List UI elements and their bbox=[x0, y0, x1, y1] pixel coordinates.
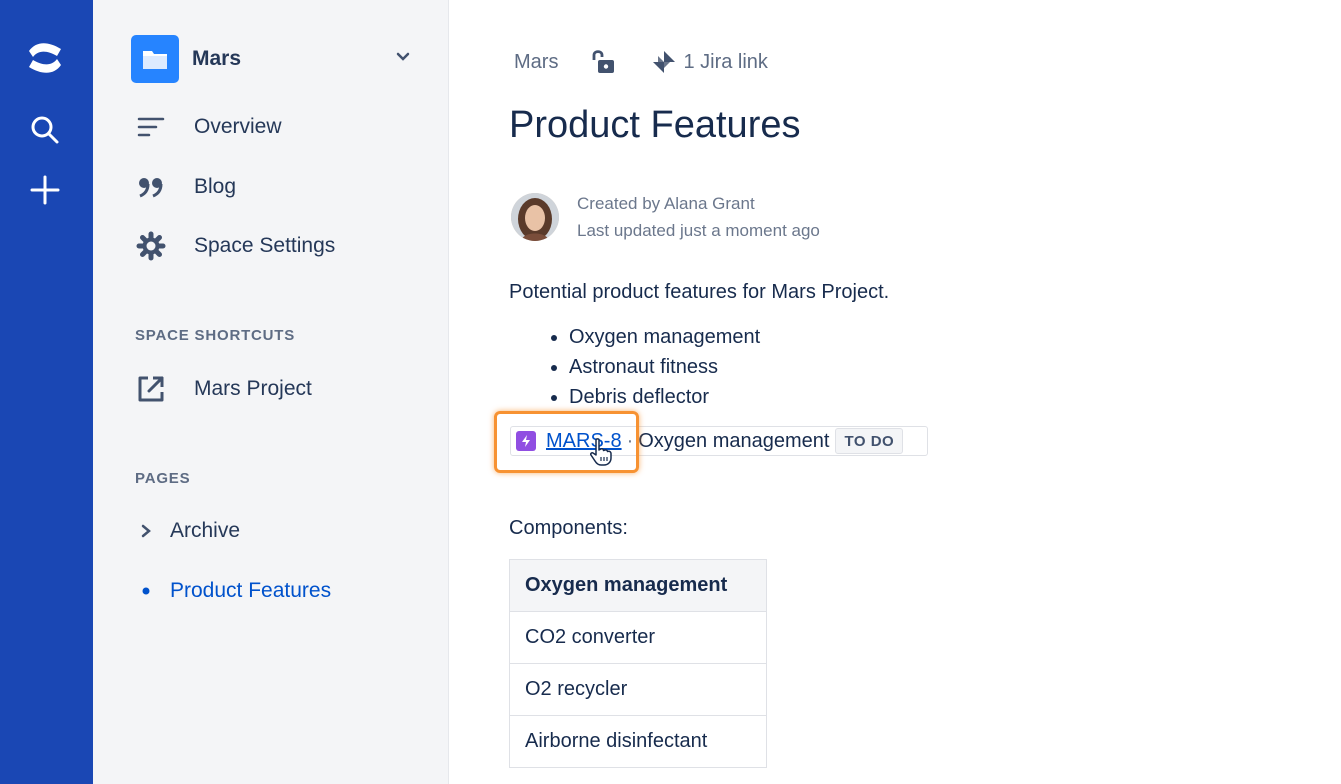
page-tree-item-archive[interactable]: Archive bbox=[139, 516, 240, 546]
sidebar-item-mars-project[interactable]: Mars Project bbox=[135, 371, 312, 407]
table-row: Airborne disinfectant bbox=[509, 715, 767, 768]
sidebar-item-label: Mars Project bbox=[194, 377, 312, 400]
sidebar-item-label: Blog bbox=[194, 175, 237, 198]
space-sidebar: Mars Overview Blog Space Settings SPACE … bbox=[93, 0, 449, 784]
table-header-cell: Oxygen management bbox=[509, 559, 767, 612]
sidebar-item-label: Space Settings bbox=[194, 234, 336, 257]
page-tree-item-product-features[interactable]: Product Features bbox=[139, 576, 331, 606]
sidebar-item-blog[interactable]: Blog bbox=[135, 169, 236, 205]
highlight-box bbox=[494, 411, 639, 473]
pages-heading: PAGES bbox=[135, 470, 191, 487]
gear-icon bbox=[135, 230, 167, 262]
sidebar-item-label: Overview bbox=[194, 115, 282, 138]
table-cell: CO2 converter bbox=[509, 611, 767, 664]
chevron-down-icon[interactable] bbox=[395, 49, 411, 70]
jira-links-button[interactable]: 1 Jira link bbox=[652, 50, 768, 74]
bullet-dot-icon bbox=[139, 586, 153, 596]
avatar[interactable] bbox=[511, 193, 559, 241]
page-tree-label: Archive bbox=[170, 519, 241, 542]
table-header-row: Oxygen management bbox=[509, 559, 767, 612]
list-item: Oxygen management bbox=[569, 322, 760, 352]
folder-icon bbox=[131, 35, 179, 83]
page-tree-label: Product Features bbox=[170, 579, 332, 602]
confluence-logo-icon[interactable] bbox=[22, 35, 68, 81]
chevron-right-icon[interactable] bbox=[139, 524, 153, 538]
external-link-icon bbox=[135, 373, 167, 405]
space-name: Mars bbox=[192, 47, 242, 70]
page-byline: Created by Alana Grant Last updated just… bbox=[511, 190, 820, 244]
components-label: Components: bbox=[509, 517, 628, 539]
table-cell: Airborne disinfectant bbox=[509, 715, 767, 768]
global-nav-rail bbox=[0, 0, 93, 784]
sidebar-item-overview[interactable]: Overview bbox=[135, 109, 282, 145]
created-by-text: Created by Alana Grant bbox=[577, 194, 755, 213]
sidebar-item-space-settings[interactable]: Space Settings bbox=[135, 228, 335, 264]
last-updated-text: Last updated just a moment ago bbox=[577, 221, 820, 240]
list-item: Debris deflector bbox=[569, 382, 760, 412]
breadcrumb[interactable]: Mars bbox=[514, 51, 558, 74]
table-row: O2 recycler bbox=[509, 663, 767, 716]
list-item: Astronaut fitness bbox=[569, 352, 760, 382]
table-row: CO2 converter bbox=[509, 611, 767, 664]
page-title: Product Features bbox=[509, 104, 801, 146]
intro-paragraph: Potential product features for Mars Proj… bbox=[509, 281, 890, 303]
hand-cursor-icon bbox=[590, 438, 612, 466]
quote-icon bbox=[135, 171, 167, 203]
overview-lines-icon bbox=[135, 111, 167, 143]
jira-icon bbox=[653, 51, 676, 73]
plus-icon[interactable] bbox=[22, 167, 68, 213]
space-switcher[interactable]: Mars bbox=[131, 35, 411, 83]
space-shortcuts-heading: SPACE SHORTCUTS bbox=[135, 327, 296, 344]
status-badge: TO DO bbox=[835, 428, 904, 454]
page-toolbar: Mars 1 Jira link bbox=[514, 44, 768, 80]
jira-link-count: 1 Jira link bbox=[683, 50, 768, 73]
issue-summary: Oxygen management bbox=[638, 429, 830, 452]
page-content: Mars 1 Jira link Product Features Create… bbox=[449, 0, 1341, 784]
components-table: Oxygen management CO2 converter O2 recyc… bbox=[509, 559, 767, 768]
table-cell: O2 recycler bbox=[509, 663, 767, 716]
unlocked-icon[interactable] bbox=[588, 47, 618, 77]
search-icon[interactable] bbox=[22, 107, 68, 153]
feature-list: Oxygen management Astronaut fitness Debr… bbox=[509, 322, 760, 412]
